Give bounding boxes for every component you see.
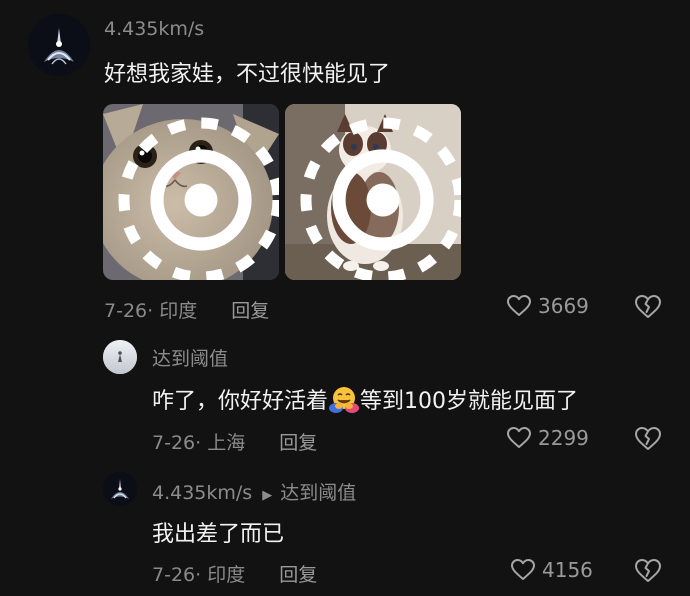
avatar-image — [28, 14, 90, 76]
comment-2-reply-button[interactable]: 回复 — [279, 432, 317, 454]
avatar-image — [103, 472, 137, 506]
heart-outline-icon — [507, 295, 531, 316]
comment-3-like-count: 4156 — [542, 558, 593, 582]
avatar-4435kms[interactable] — [28, 14, 90, 76]
cat-photo-2[interactable] — [285, 104, 461, 280]
comment-1-like-button[interactable]: 3669 — [506, 294, 589, 318]
comment-1-date-location: 7-26· 印度 — [104, 300, 198, 322]
comment-2-username[interactable]: 达到阈值 — [152, 344, 228, 371]
heart-outline-icon — [511, 559, 535, 580]
comment-2-like-button[interactable]: 2299 — [506, 426, 589, 450]
comment-2-like-count: 2299 — [538, 426, 589, 450]
comment-1-text: 好想我家娃，不过很快能见了 — [104, 62, 391, 87]
hugging-face-emoji — [329, 387, 360, 413]
live-photo-icon — [300, 117, 461, 280]
comment-1-reply-button[interactable]: 回复 — [231, 300, 269, 322]
comment-2-text: 咋了，你好好活着 等到100岁就能见面了 — [152, 383, 578, 415]
heart-outline-icon — [507, 427, 531, 448]
broken-heart-icon[interactable] — [634, 426, 662, 452]
comment-1-like-count: 3669 — [538, 294, 589, 318]
comment-2-date-location: 7-26· 上海 — [152, 432, 246, 454]
comment-3-username[interactable]: 4.435km/s — [152, 482, 252, 504]
comment-3-meta: 7-26· 印度 回复 — [152, 560, 317, 587]
avatar-dadaoyuzhi[interactable] — [103, 340, 137, 374]
comment-thread: 4.435km/s 好想我家娃，不过很快能见了 7-26· 印度 回复 3669… — [0, 0, 690, 596]
live-photo-icon — [118, 117, 279, 280]
comment-3-date-location: 7-26· 印度 — [152, 564, 246, 586]
broken-heart-icon[interactable] — [634, 558, 662, 584]
comment-2-text-part-1: 咋了，你好好活着 — [152, 389, 329, 414]
broken-heart-icon[interactable] — [634, 294, 662, 320]
cat-photo-1[interactable] — [103, 104, 279, 280]
comment-3-reply-button[interactable]: 回复 — [279, 564, 317, 586]
comment-1-meta: 7-26· 印度 回复 — [104, 296, 269, 323]
comment-2-text-part-2: 等到100岁就能见面了 — [360, 389, 579, 414]
avatar-image — [103, 340, 137, 374]
comment-3-like-button[interactable]: 4156 — [510, 558, 593, 582]
comment-1-username[interactable]: 4.435km/s — [104, 18, 204, 40]
comment-3-header: 4.435km/s ▶ 达到阈值 — [152, 478, 356, 505]
comment-3-text: 我出差了而已 — [152, 522, 285, 547]
comment-2-meta: 7-26· 上海 回复 — [152, 428, 317, 455]
triangle-right-icon: ▶ — [262, 488, 273, 503]
avatar-4435kms-small[interactable] — [103, 472, 137, 506]
comment-3-reply-to[interactable]: 达到阈值 — [280, 482, 356, 504]
